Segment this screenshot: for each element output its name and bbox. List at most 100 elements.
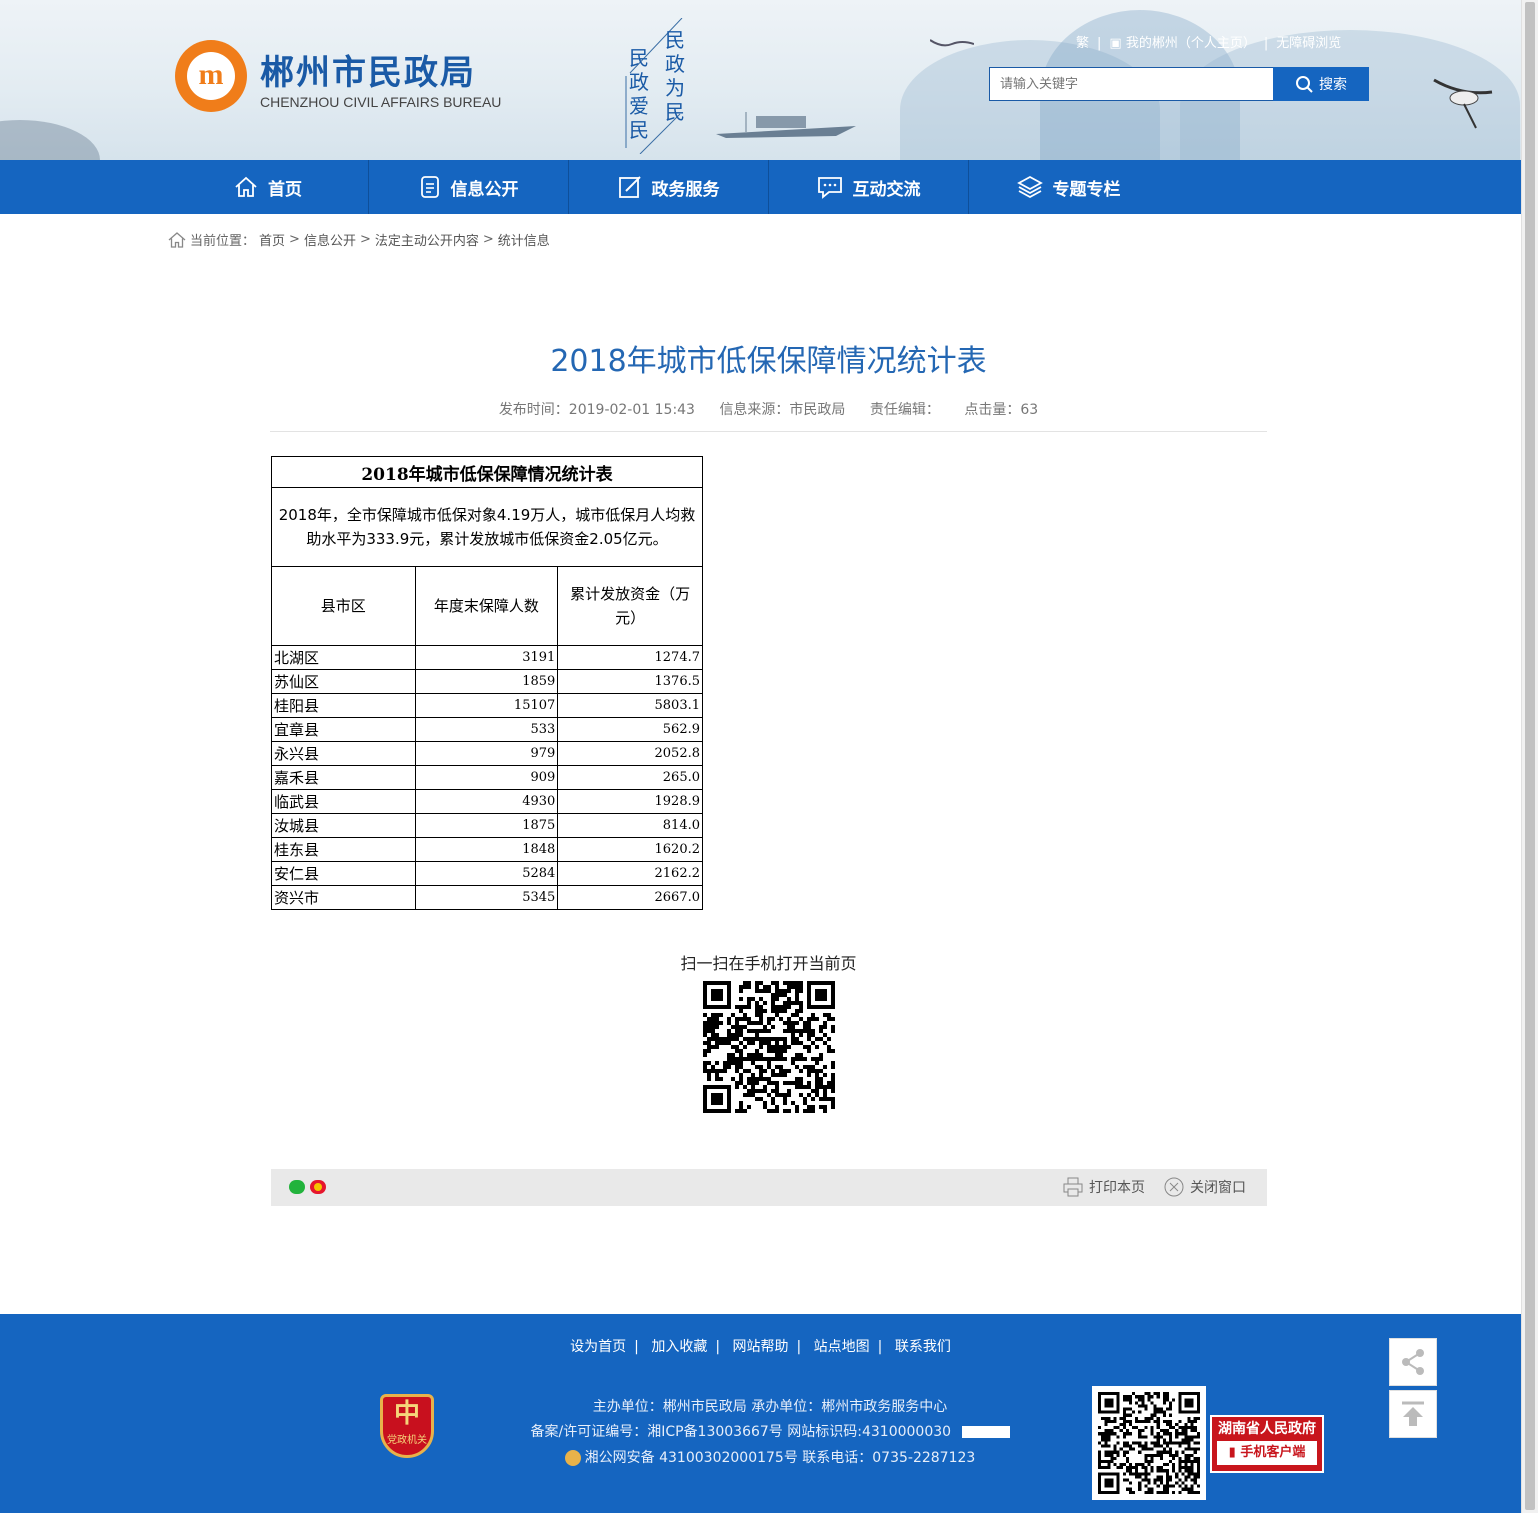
district-name: 北湖区 — [271, 645, 416, 670]
nav-item-special-topics[interactable]: 专题专栏 — [969, 160, 1168, 214]
bird-decoration-icon — [930, 39, 974, 47]
breadcrumb: 当前位置： 首页 > 信息公开 > 法定主动公开内容 > 统计信息 — [168, 230, 550, 249]
edit-icon — [618, 176, 641, 198]
arrow-up-icon — [1402, 1401, 1424, 1426]
share-bar: 打印本页 关闭窗口 — [271, 1169, 1267, 1206]
print-page-button[interactable]: 打印本页 — [1063, 1177, 1145, 1197]
site-name-english: CHENZHOU CIVIL AFFAIRS BUREAU — [260, 94, 502, 110]
table-row: 桂东县 1848 1620.2 — [271, 837, 703, 862]
police-text: 湘公网安备 43100302000175号 联系电话：0735-2287123 — [584, 1450, 976, 1466]
footer-link-add-favorite[interactable]: 加入收藏 — [651, 1339, 707, 1355]
breadcrumb-home[interactable]: 首页 — [259, 230, 285, 249]
district-name: 嘉禾县 — [271, 765, 416, 790]
district-name: 安仁县 — [271, 861, 416, 886]
statistics-table: 2018年城市低保保障情况统计表 2018年，全市保障城市低保对象4.19万人，… — [271, 456, 703, 910]
table-row: 安仁县 5284 2162.2 — [271, 861, 703, 886]
nav-item-interaction[interactable]: 互动交流 — [769, 160, 968, 214]
layers-icon — [1016, 175, 1043, 199]
cnzz-stat-icon[interactable] — [961, 1426, 1010, 1438]
recipients-value: 1859 — [414, 669, 559, 694]
print-label: 打印本页 — [1089, 1180, 1145, 1196]
footer-link-help[interactable]: 网站帮助 — [733, 1339, 789, 1355]
search-input[interactable] — [990, 68, 1272, 100]
hill-decoration — [0, 120, 100, 160]
search-button[interactable]: 搜索 — [1273, 67, 1369, 101]
boat-decoration-icon — [716, 112, 856, 138]
recipients-value: 4930 — [414, 789, 559, 814]
vertical-scrollbar[interactable] — [1521, 0, 1538, 1513]
nav-item-info-disclosure[interactable]: 信息公开 — [369, 160, 568, 214]
party-government-badge[interactable]: 中 党政机关 — [380, 1394, 434, 1458]
close-window-button[interactable]: 关闭窗口 — [1164, 1177, 1246, 1197]
badge-emblem-icon: 中 — [393, 1399, 420, 1429]
qr-caption: 扫一扫在手机打开当前页 — [680, 954, 857, 973]
funds-value: 1274.7 — [557, 645, 703, 670]
share-float-button[interactable] — [1389, 1338, 1437, 1386]
logo-mark-icon: m — [198, 58, 224, 91]
table-header-funds: 累计发放资金（万元） — [557, 566, 703, 646]
scrollbar-thumb[interactable] — [1525, 2, 1535, 1510]
breadcrumb-statistics[interactable]: 统计信息 — [498, 230, 550, 249]
recipients-value: 15107 — [414, 693, 559, 718]
funds-value: 2667.0 — [557, 885, 703, 910]
crane-decoration-icon — [1433, 78, 1493, 129]
funds-value: 2052.8 — [557, 741, 703, 766]
nav-item-government-services[interactable]: 政务服务 — [569, 160, 768, 214]
main-nav: 首页 信息公开 政务服务 互动交流 专题专栏 — [0, 160, 1521, 214]
breadcrumb-prefix: 当前位置： — [190, 234, 256, 249]
funds-value: 2162.2 — [557, 861, 703, 886]
breadcrumb-info-disclosure[interactable]: 信息公开 — [304, 230, 356, 249]
traditional-chinese-link[interactable]: 繁 — [1076, 36, 1089, 51]
title-divider — [270, 431, 1267, 432]
recipients-value: 5284 — [414, 861, 559, 886]
recipients-value: 979 — [414, 741, 559, 766]
bureau-logo[interactable]: m — [175, 40, 247, 112]
share-icon — [1402, 1349, 1424, 1375]
my-chenzhou-link[interactable]: 我的郴州（个人主页） — [1126, 36, 1256, 51]
district-name: 桂东县 — [271, 837, 416, 862]
footer-link-sitemap[interactable]: 站点地图 — [814, 1339, 870, 1355]
close-label: 关闭窗口 — [1190, 1180, 1246, 1196]
footer-police-info: 湘公网安备 43100302000175号 联系电话：0735-2287123 — [470, 1447, 1070, 1467]
footer-icp-info: 备案/许可证编号：湘ICP备13003667号 网站标识码:4310000030 — [470, 1421, 1070, 1441]
district-name: 永兴县 — [271, 741, 416, 766]
weibo-share-icon[interactable] — [310, 1180, 326, 1194]
funds-value: 5803.1 — [557, 693, 703, 718]
mobile-client-text: 手机客户端 — [1240, 1445, 1306, 1460]
footer-qr-code-icon — [1092, 1386, 1206, 1500]
icp-text: 备案/许可证编号：湘ICP备13003667号 网站标识码:4310000030 — [530, 1424, 952, 1440]
wechat-share-icon[interactable] — [289, 1180, 305, 1194]
chat-icon — [817, 177, 842, 199]
table-row: 永兴县 979 2052.8 — [271, 741, 703, 766]
breadcrumb-separator: > — [359, 232, 371, 247]
phone-icon: ▮ — [1228, 1445, 1236, 1460]
slogan-left: 民政爱民 — [629, 46, 649, 142]
funds-value: 814.0 — [557, 813, 703, 838]
recipients-value: 909 — [414, 765, 559, 790]
back-to-top-button[interactable] — [1389, 1390, 1437, 1438]
article-meta: 发布时间：2019-02-01 15:43 信息来源：市民政局 责任编辑： 点击… — [270, 399, 1267, 419]
footer-link-contact[interactable]: 联系我们 — [895, 1339, 951, 1355]
home-icon — [168, 231, 186, 248]
recipients-value: 1848 — [414, 837, 559, 862]
district-name: 宜章县 — [271, 717, 416, 742]
table-summary: 2018年，全市保障城市低保对象4.19万人，城市低保月人均救助水平为333.9… — [271, 487, 703, 567]
footer-link-set-homepage[interactable]: 设为首页 — [570, 1339, 626, 1355]
table-header-district: 县市区 — [271, 566, 416, 646]
responsible-editor: 责任编辑： — [869, 402, 940, 418]
header-banner: m 郴州市民政局 CHENZHOU CIVIL AFFAIRS BUREAU 民… — [0, 0, 1521, 160]
table-row: 资兴市 5345 2667.0 — [271, 885, 703, 910]
close-icon — [1164, 1177, 1184, 1197]
funds-value: 1376.5 — [557, 669, 703, 694]
table-caption: 2018年城市低保保障情况统计表 — [271, 456, 703, 488]
nav-item-home[interactable]: 首页 — [168, 160, 368, 214]
accessible-browsing-link[interactable]: 无障碍浏览 — [1276, 36, 1341, 51]
breadcrumb-statutory-content[interactable]: 法定主动公开内容 — [375, 230, 479, 249]
share-icons — [289, 1180, 326, 1194]
site-name: 郴州市民政局 — [260, 53, 476, 93]
recipients-value: 533 — [414, 717, 559, 742]
page-qr-code-icon — [703, 981, 835, 1113]
hunan-gov-app-link[interactable]: 湖南省人民政府 ▮ 手机客户端 — [1210, 1415, 1324, 1473]
search-box — [989, 67, 1274, 101]
mobile-client-label: ▮ 手机客户端 — [1217, 1441, 1317, 1465]
